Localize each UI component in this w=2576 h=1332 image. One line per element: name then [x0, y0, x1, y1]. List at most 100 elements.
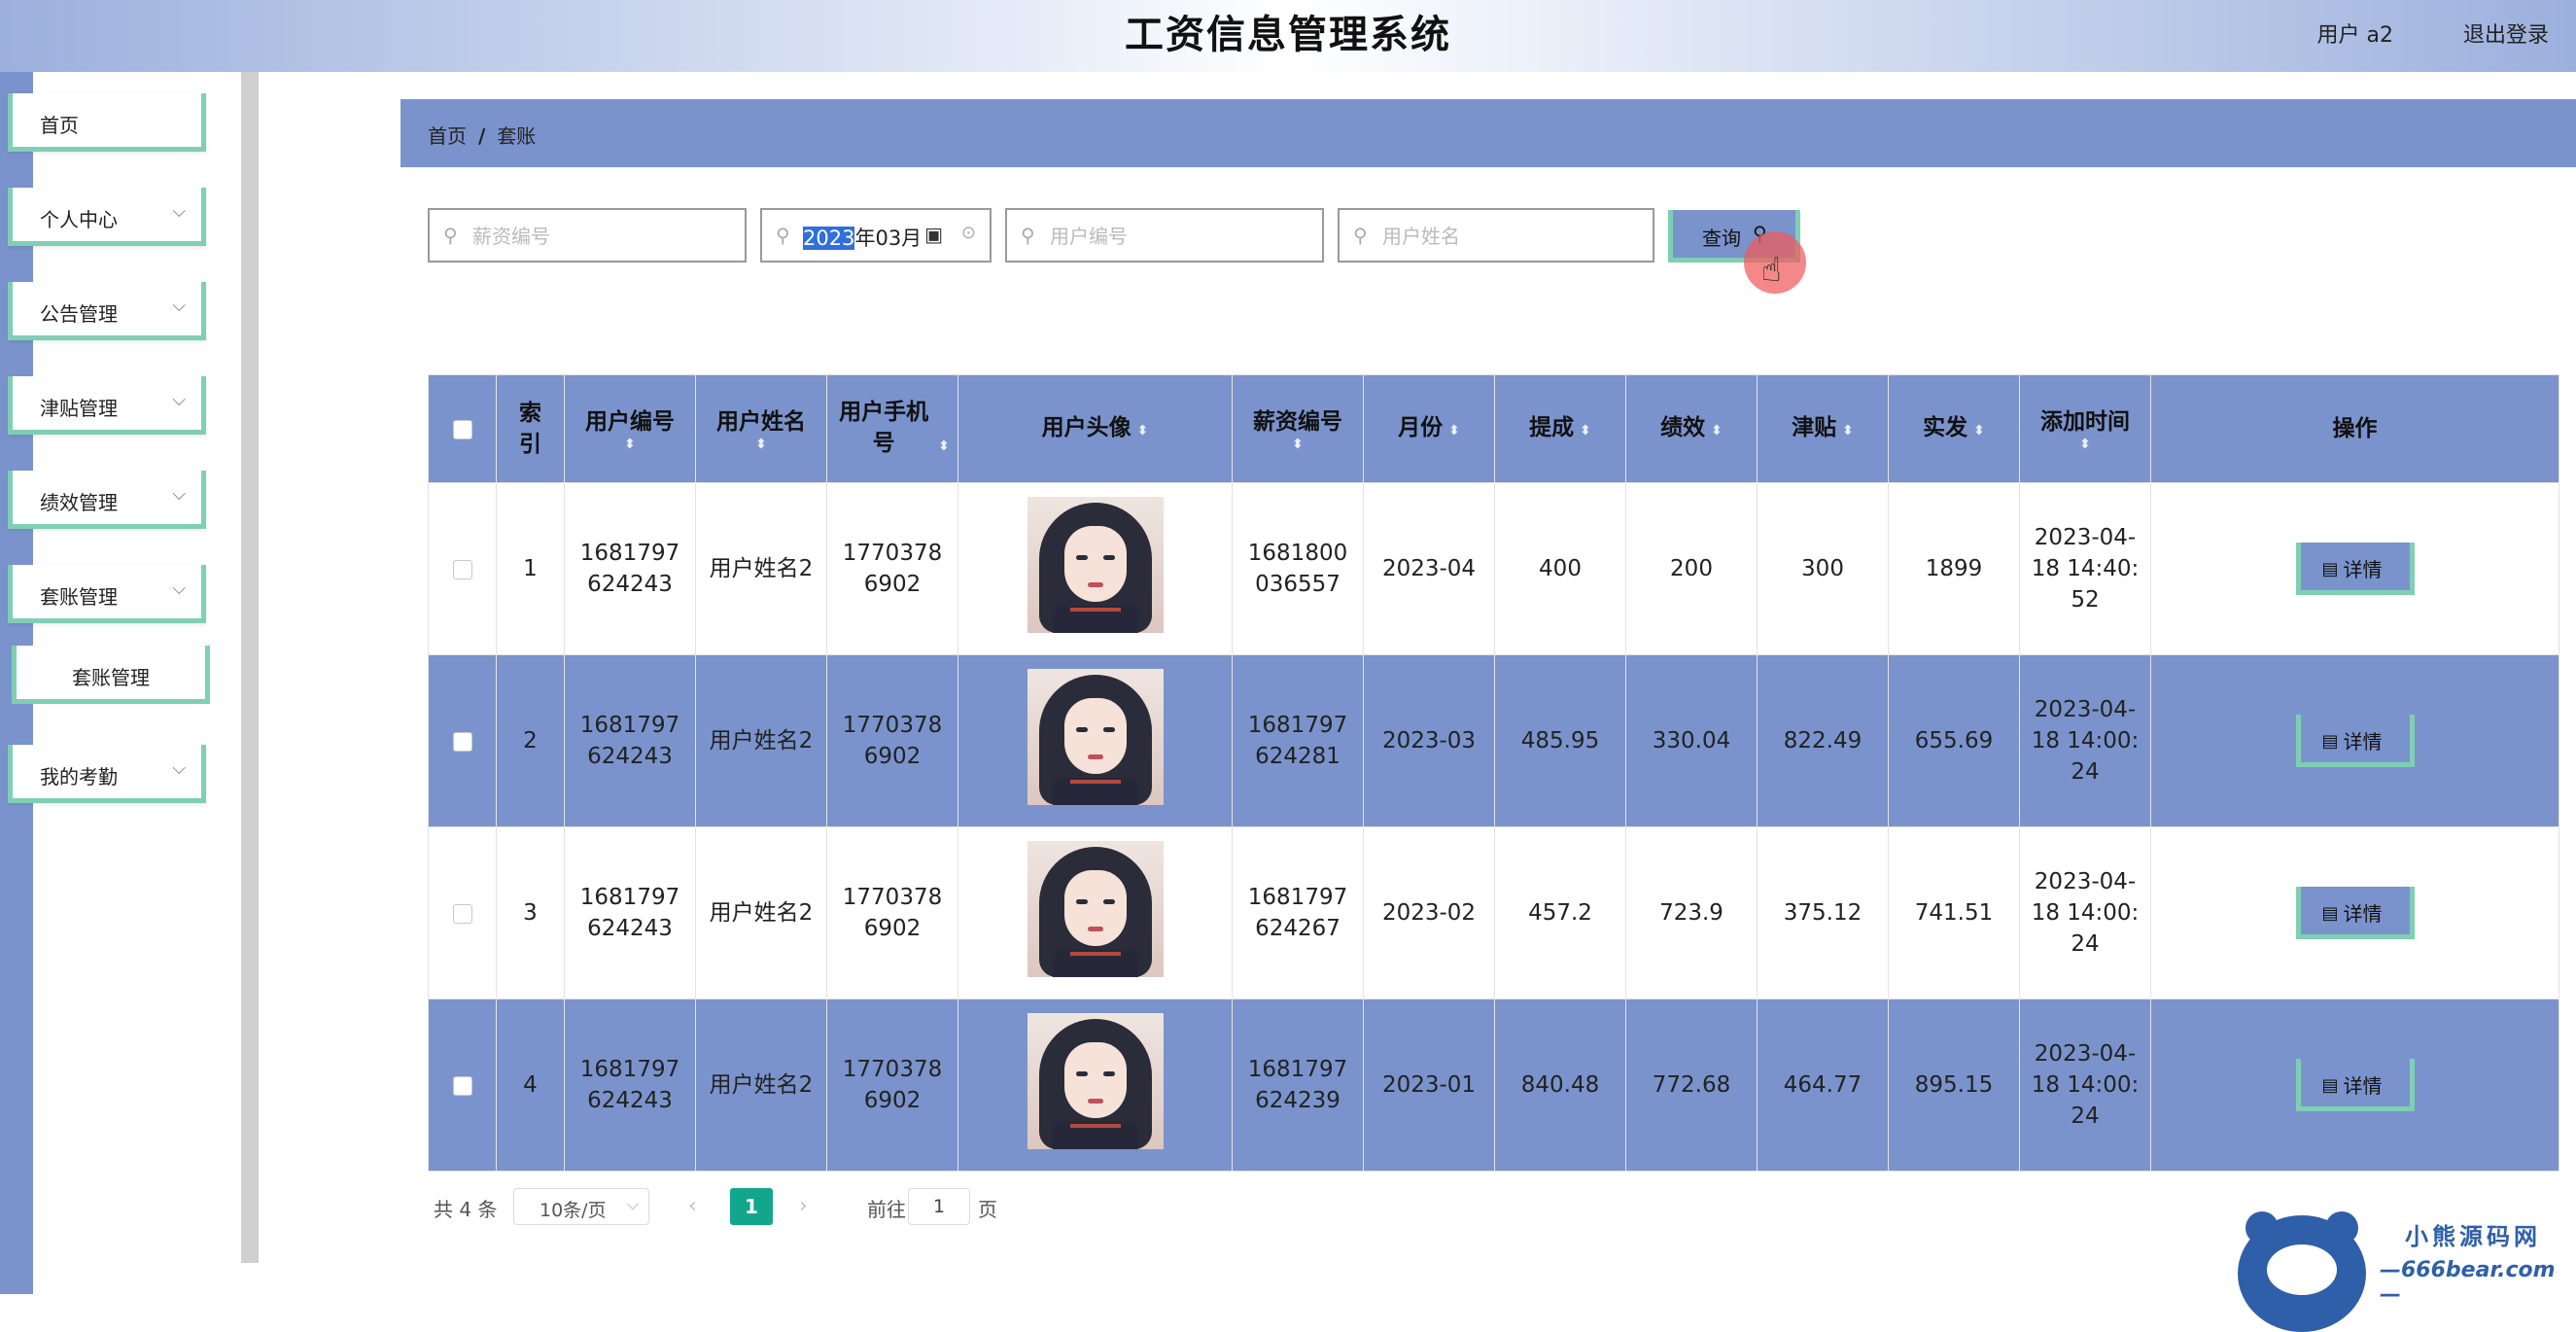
cell-avatar[interactable] [957, 482, 1233, 655]
sidebar-item-personal-center[interactable]: 个人中心 ⌵ [8, 188, 206, 246]
sidebar-item-payroll-sets[interactable]: 套账管理 ⌵ [8, 565, 206, 623]
sidebar-subitem-payroll-sets[interactable]: 套账管理 [12, 646, 210, 704]
detail-button[interactable]: ▤ 详情 [2295, 715, 2415, 767]
sidebar-item-announcements[interactable]: 公告管理 ⌵ [8, 282, 206, 340]
salary-no-field[interactable]: ⚲ [428, 208, 747, 263]
row-select-cell[interactable] [428, 826, 497, 999]
sort-icon[interactable]: ⬍ [1137, 423, 1149, 438]
detail-button[interactable]: ▤ 详情 [2295, 887, 2415, 939]
sidebar-item-label: 我的考勤 [40, 765, 118, 789]
calendar-icon[interactable]: ▣ [924, 223, 943, 246]
sort-icon[interactable]: ⬍ [565, 438, 695, 451]
logout-link[interactable]: 退出登录 [2463, 18, 2549, 49]
table-row: 2 1681797 624243 用户姓名2 1770378 6902 168179… [428, 654, 2559, 827]
salary-no-input[interactable] [470, 220, 727, 253]
cell-month: 2023-03 [1363, 654, 1495, 827]
user-avatar[interactable] [1027, 1012, 1164, 1149]
user-name-input[interactable] [1380, 220, 1637, 253]
month-picker[interactable]: ⚲ 2023年03月 ▣ ⊙ [760, 208, 992, 263]
cell-allowance: 822.49 [1757, 654, 1889, 827]
sort-icon[interactable]: ⬍ [1233, 438, 1363, 451]
sidebar-item-my-attendance[interactable]: 我的考勤 ⌵ [8, 745, 206, 803]
header-performance[interactable]: 绩效 ⬍ [1625, 374, 1758, 483]
sidebar-item-performance[interactable]: 绩效管理 ⌵ [8, 471, 206, 529]
cell-avatar[interactable] [957, 654, 1233, 827]
watermark: 小熊源码网 —666bear.com— [2238, 1209, 2568, 1332]
row-select-cell[interactable] [428, 654, 497, 827]
chevron-down-icon: ⌵ [172, 201, 186, 222]
header-user-no[interactable]: 用户编号 ⬍ [564, 374, 696, 483]
user-avatar[interactable] [1027, 840, 1164, 977]
header-phone[interactable]: 用户手机号 ⬍ [826, 374, 958, 483]
sidebar-item-allowance[interactable]: 津贴管理 ⌵ [8, 376, 206, 435]
sort-icon[interactable]: ⬍ [938, 438, 950, 454]
sidebar-item-home[interactable]: 首页 [8, 93, 206, 152]
select-all-checkbox[interactable] [452, 419, 472, 439]
cell-avatar[interactable] [957, 826, 1233, 999]
sort-icon[interactable]: ⬍ [1711, 423, 1723, 438]
sidebar-item-label: 津贴管理 [40, 397, 118, 420]
detail-button[interactable]: ▤ 详情 [2295, 543, 2415, 595]
detail-button[interactable]: ▤ 详情 [2295, 1059, 2415, 1111]
cell-performance: 772.68 [1625, 999, 1758, 1172]
page-size-value: 10条/页 [540, 1200, 607, 1221]
sort-icon[interactable]: ⬍ [2020, 438, 2150, 451]
row-select-cell[interactable] [428, 999, 497, 1172]
goto-page-input[interactable] [908, 1188, 970, 1225]
clear-icon[interactable]: ⊙ [961, 223, 976, 243]
row-checkbox[interactable] [452, 903, 472, 924]
sort-icon[interactable]: ⬍ [1973, 423, 1985, 438]
page-number-1[interactable]: 1 [730, 1188, 773, 1225]
header-net-pay[interactable]: 实发 ⬍ [1888, 374, 2020, 483]
cell-commission: 457.2 [1494, 826, 1626, 999]
header-month[interactable]: 月份 ⬍ [1363, 374, 1495, 483]
row-select-cell[interactable] [428, 482, 497, 655]
header-index-label: 索引 [519, 401, 541, 457]
cell-added-time: 2023-04- 18 14:40: 52 [2019, 482, 2151, 655]
cell-salary-no: 1681797 624267 [1232, 826, 1364, 999]
cell-month: 2023-04 [1363, 482, 1495, 655]
cell-performance: 723.9 [1625, 826, 1758, 999]
breadcrumb-separator: / [478, 124, 486, 148]
month-value[interactable]: 2023年03月 [803, 223, 922, 252]
goto-suffix: 页 [978, 1198, 997, 1221]
sort-icon[interactable]: ⬍ [696, 438, 826, 451]
user-no-field[interactable]: ⚲ [1005, 208, 1324, 263]
detail-button-label: 详情 [2343, 902, 2383, 926]
bear-logo-icon [2238, 1211, 2366, 1332]
watermark-url: —666bear.com— [2380, 1258, 2556, 1307]
prev-page-button[interactable]: ‹ [688, 1194, 697, 1218]
sidebar-item-label: 套账管理 [40, 585, 118, 609]
pagination-total: 共 4 条 [434, 1198, 498, 1221]
header-user-name[interactable]: 用户姓名 ⬍ [695, 374, 827, 483]
header-commission[interactable]: 提成 ⬍ [1494, 374, 1626, 483]
sort-icon[interactable]: ⬍ [1448, 423, 1460, 438]
search-icon: ⚲ [1021, 224, 1035, 247]
cell-actions: ▤ 详情 [2150, 654, 2559, 827]
header-select-all[interactable] [428, 374, 497, 483]
row-checkbox[interactable] [452, 731, 472, 752]
page-size-select[interactable]: 10条/页 ⌵ [513, 1188, 649, 1225]
next-page-button[interactable]: › [799, 1194, 808, 1218]
table-header-row: 索引 用户编号 ⬍ 用户姓名 ⬍ 用户手机号 ⬍ 用户头像 ⬍ 薪资编号 ⬍ 月份 ⬍ 提成… [428, 374, 2559, 483]
header-allowance[interactable]: 津贴 ⬍ [1757, 374, 1889, 483]
sort-icon[interactable]: ⬍ [1580, 423, 1591, 438]
row-checkbox[interactable] [452, 559, 472, 579]
user-name-field[interactable]: ⚲ [1338, 208, 1654, 263]
header-salary-no[interactable]: 薪资编号 ⬍ [1232, 374, 1364, 483]
sidebar-scrollbar[interactable] [241, 72, 259, 1263]
user-avatar[interactable] [1027, 496, 1164, 633]
header-performance-label: 绩效 [1660, 414, 1706, 440]
header-allowance-label: 津贴 [1792, 414, 1837, 440]
header-added-time[interactable]: 添加时间 ⬍ [2019, 374, 2151, 483]
cell-avatar[interactable] [957, 999, 1233, 1172]
cell-added-time: 2023-04- 18 14:00: 24 [2019, 654, 2151, 827]
header-avatar[interactable]: 用户头像 ⬍ [957, 374, 1233, 483]
user-no-input[interactable] [1048, 220, 1305, 253]
breadcrumb-home[interactable]: 首页 [428, 124, 467, 148]
sort-icon[interactable]: ⬍ [1842, 423, 1854, 438]
row-checkbox[interactable] [452, 1075, 472, 1096]
header-actions: 操作 [2150, 374, 2559, 483]
chevron-down-icon: ⌵ [172, 390, 186, 410]
user-avatar[interactable] [1027, 668, 1164, 805]
